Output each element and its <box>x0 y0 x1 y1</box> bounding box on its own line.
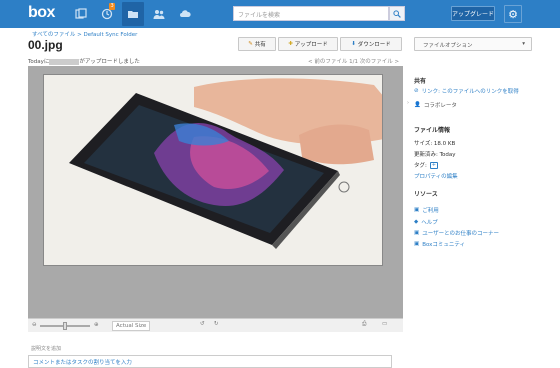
chevron-down-icon: ▾ <box>522 41 525 47</box>
upload-button[interactable]: ✚ アップロード <box>278 37 338 51</box>
tags-row: タグ: + <box>414 161 438 169</box>
resource-item[interactable]: ▣ ご利用 <box>414 206 439 214</box>
file-meta: Todayに がアップロードしました <box>28 58 140 65</box>
nav-collaborators-button[interactable] <box>148 2 170 26</box>
zoom-handle[interactable] <box>63 322 67 330</box>
resource-item[interactable]: ▣ ユーザーとのお仕事のコーナー <box>414 229 499 237</box>
upload-icon: ✚ <box>288 41 293 47</box>
redacted-user <box>49 58 80 65</box>
people-icon <box>153 10 165 19</box>
comment-input[interactable]: コメントまたはタスクの割り当てを入力 <box>28 355 392 368</box>
download-icon: ⬇ <box>351 41 356 47</box>
updates-badge: 3 <box>109 3 116 10</box>
preview-image[interactable] <box>43 74 383 266</box>
top-bar: box 3 ファイルを検索 アップグレード ⚙ <box>0 0 560 28</box>
resource-item[interactable]: ◆ ヘルプ <box>414 218 438 226</box>
file-pager[interactable]: < 前のファイル 1/1 次のファイル > <box>308 57 399 65</box>
gift-icon: ▣ <box>414 207 420 213</box>
nav-updates-button[interactable]: 3 <box>96 2 118 26</box>
search-button[interactable] <box>389 6 405 21</box>
help-icon: ◆ <box>414 219 419 225</box>
download-button[interactable]: ⬇ ダウンロード <box>340 37 402 51</box>
collaborator-row[interactable]: 👤 コラボレータ <box>414 101 457 109</box>
user-icon: 👤 <box>414 102 421 108</box>
community-icon: ▣ <box>414 241 420 247</box>
file-size: サイズ: 18.0 KB <box>414 141 456 147</box>
search-input[interactable]: ファイルを検索 <box>233 6 389 21</box>
rotate-right-icon[interactable]: ↻ <box>214 321 219 327</box>
file-info-heading: ファイル情報 <box>414 128 451 134</box>
search-icon <box>393 9 401 18</box>
upgrade-button[interactable]: アップグレード <box>451 6 495 21</box>
share-link-row[interactable]: ⊘ リンク: このファイルへのリンクを取得 <box>414 87 519 95</box>
zoom-in-icon[interactable]: ⊕ <box>94 322 99 328</box>
file-options-dropdown[interactable]: ファイルオプション ▾ <box>414 37 532 51</box>
file-modified: 更新済み: Today <box>414 152 456 158</box>
actual-size-button[interactable]: Actual Size <box>112 321 151 331</box>
rotate-left-icon[interactable]: ↺ <box>200 321 205 327</box>
resource-item[interactable]: ▣ Boxコミュニティ <box>414 240 465 248</box>
share-heading: 共有 <box>414 79 427 85</box>
sidebar: 共有 ⊘ リンク: このファイルへのリンクを取得 👤 コラボレータ › ファイル情報… <box>407 66 560 368</box>
users-icon: ▣ <box>414 230 420 236</box>
page-title: 00.jpg <box>28 38 63 52</box>
nav-all-files-button[interactable] <box>70 2 92 26</box>
box-logo[interactable]: box <box>28 4 55 22</box>
edit-properties-link[interactable]: プロパティの編集 <box>414 172 458 180</box>
add-tag-icon[interactable]: + <box>429 161 438 169</box>
breadcrumb[interactable]: すべてのファイル > Default Sync Folder <box>32 30 137 38</box>
nav-folder-button[interactable] <box>122 2 144 26</box>
cloud-icon <box>180 10 191 17</box>
settings-button[interactable]: ⚙ <box>504 5 522 23</box>
description-label[interactable]: 説明文を追加 <box>31 345 61 352</box>
zoom-out-icon[interactable]: ⊖ <box>32 322 37 328</box>
gear-icon: ⚙ <box>508 7 518 21</box>
nav-cloud-button[interactable] <box>174 2 196 26</box>
folder-icon <box>128 11 138 18</box>
resources-heading: リソース <box>414 192 438 198</box>
share-button[interactable]: ✎ 共有 <box>238 37 276 51</box>
print-icon[interactable]: ⎙ <box>362 321 366 328</box>
expand-icon[interactable]: › <box>407 100 411 108</box>
edit-icon: ✎ <box>248 41 253 47</box>
preview-toolbar: ⊖ ⊕ Actual Size ↺ ↻ ⎙ ▭ <box>28 318 403 332</box>
link-icon: ⊘ <box>414 88 419 94</box>
files-icon <box>75 8 87 19</box>
fullscreen-icon[interactable]: ▭ <box>382 321 387 327</box>
